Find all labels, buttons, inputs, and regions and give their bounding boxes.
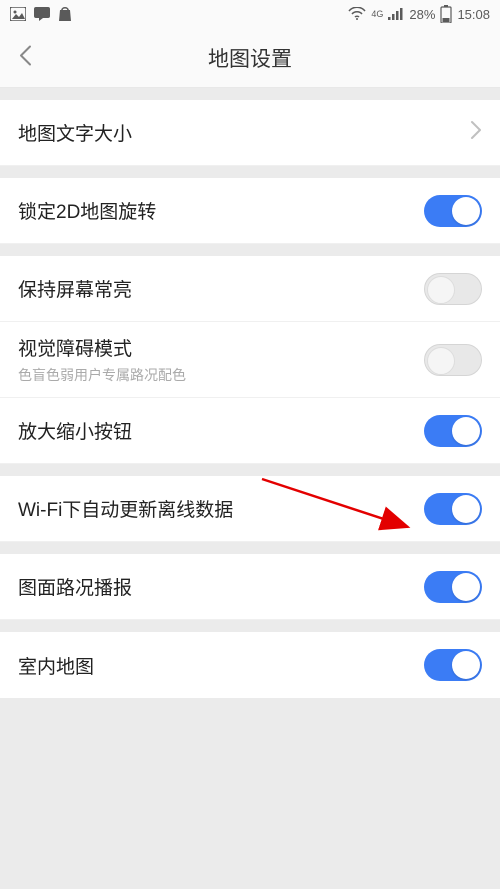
toggle-switch[interactable]	[424, 415, 482, 447]
chevron-left-icon	[18, 44, 32, 66]
toggle-knob	[452, 651, 480, 679]
wifi-icon	[348, 7, 366, 21]
row-text: 图面路况播报	[18, 573, 132, 600]
toggle-switch[interactable]	[424, 571, 482, 603]
row-label: Wi-Fi下自动更新离线数据	[18, 495, 233, 522]
settings-list: 地图文字大小锁定2D地图旋转保持屏幕常亮视觉障碍模式色盲色弱用户专属路况配色放大…	[0, 88, 500, 698]
row-label: 图面路况播报	[18, 573, 132, 600]
row-label: 视觉障碍模式	[18, 334, 186, 361]
toggle-knob	[427, 347, 455, 375]
battery-percent: 28%	[409, 7, 435, 22]
back-button[interactable]	[18, 44, 32, 71]
row-text: 锁定2D地图旋转	[18, 197, 156, 224]
settings-row: 视觉障碍模式色盲色弱用户专属路况配色	[0, 322, 500, 398]
row-label: 室内地图	[18, 652, 94, 679]
row-text: 视觉障碍模式色盲色弱用户专属路况配色	[18, 334, 186, 385]
row-label: 放大缩小按钮	[18, 417, 132, 444]
chat-icon	[34, 7, 50, 21]
settings-row: 保持屏幕常亮	[0, 256, 500, 322]
toggle-switch[interactable]	[424, 195, 482, 227]
toggle-switch[interactable]	[424, 649, 482, 681]
group-gap	[0, 166, 500, 178]
battery-icon	[440, 5, 452, 23]
row-text: 保持屏幕常亮	[18, 275, 132, 302]
status-left	[10, 6, 72, 22]
row-label: 锁定2D地图旋转	[18, 197, 156, 224]
settings-row: 室内地图	[0, 632, 500, 698]
settings-row: 图面路况播报	[0, 554, 500, 620]
group-gap	[0, 244, 500, 256]
toggle-knob	[452, 197, 480, 225]
row-label: 保持屏幕常亮	[18, 275, 132, 302]
row-text: 放大缩小按钮	[18, 417, 132, 444]
row-text: 室内地图	[18, 652, 94, 679]
status-bar: 4G 28% 15:08	[0, 0, 500, 28]
settings-row: 放大缩小按钮	[0, 398, 500, 464]
navbar: 地图设置	[0, 28, 500, 88]
group-gap	[0, 542, 500, 554]
toggle-switch[interactable]	[424, 273, 482, 305]
signal-icon	[388, 8, 404, 20]
status-right: 4G 28% 15:08	[348, 5, 490, 23]
group-gap	[0, 620, 500, 632]
chevron-right-icon	[470, 120, 482, 145]
row-label: 地图文字大小	[18, 119, 132, 146]
toggle-knob	[427, 276, 455, 304]
row-text: 地图文字大小	[18, 119, 132, 146]
row-sublabel: 色盲色弱用户专属路况配色	[18, 365, 186, 385]
network-label: 4G	[371, 10, 383, 19]
settings-row: 锁定2D地图旋转	[0, 178, 500, 244]
row-text: Wi-Fi下自动更新离线数据	[18, 495, 233, 522]
settings-row: Wi-Fi下自动更新离线数据	[0, 476, 500, 542]
image-icon	[10, 7, 26, 21]
group-gap	[0, 88, 500, 100]
toggle-knob	[452, 573, 480, 601]
toggle-knob	[452, 495, 480, 523]
toggle-knob	[452, 417, 480, 445]
page-title: 地图设置	[0, 43, 500, 73]
time: 15:08	[457, 7, 490, 22]
toggle-switch[interactable]	[424, 493, 482, 525]
bag-icon	[58, 6, 72, 22]
toggle-switch[interactable]	[424, 344, 482, 376]
group-gap	[0, 464, 500, 476]
settings-row[interactable]: 地图文字大小	[0, 100, 500, 166]
